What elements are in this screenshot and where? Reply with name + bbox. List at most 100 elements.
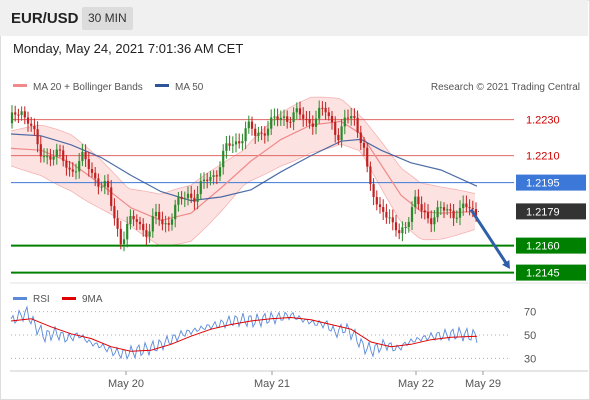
candle-body [426,212,430,219]
candle-body [302,114,305,119]
candle-body [183,198,186,200]
candle-body [343,117,346,127]
candle-body [87,159,90,170]
candle-body [378,204,382,208]
candle-body [119,228,122,245]
candle-body [167,223,170,225]
candle-body [455,217,458,219]
ma50-legend-swatch [155,84,169,87]
candle-body [270,117,273,129]
candle-body [199,181,202,195]
candle-body [298,108,302,115]
candle-body [458,208,462,218]
candle-body [231,144,234,146]
bb-legend-label: MA 20 + Bollinger Bands [33,82,143,93]
candle-body [276,116,279,120]
candle-body [30,123,33,126]
candle-body [449,209,452,211]
candle-body [446,209,449,211]
candle-body [215,175,218,177]
x-tick-label: May 21 [254,378,290,390]
candle-body [391,217,394,223]
candle-body [81,152,84,162]
candle-body [401,227,404,234]
candle-body [49,156,52,160]
candle-body [180,196,183,200]
candle-body [14,112,17,115]
candle-body [71,169,74,172]
rsi-line [10,305,478,360]
candle-body [228,143,231,146]
candle-body [366,147,369,167]
candle-body [206,179,209,181]
candle-body [420,204,423,211]
candle-body [186,193,190,199]
rsi-ma-legend-label: 9MA [82,294,103,305]
candle-body [148,231,151,237]
forecast-arrow [469,208,510,269]
candle-body [222,150,225,168]
x-tick-label: May 29 [465,378,501,390]
candle-body [234,141,238,145]
candle-body [282,116,286,118]
x-tick-label: May 20 [108,378,144,390]
candle-body [244,128,247,142]
candle-body [308,119,311,124]
candle-body [62,150,65,161]
candle-body [330,116,334,123]
candle-body [289,121,292,123]
candle-body [142,224,145,231]
candle-body [468,207,471,209]
candle-body [78,161,81,172]
candle-body [177,196,180,205]
candle-body [359,132,362,143]
candle-body [266,128,270,136]
candle-body [84,152,87,160]
candle-body [292,112,295,123]
candle-body [106,181,110,188]
candle-body [218,167,222,177]
candle-body [305,118,308,120]
level-label-1.2210: 1.2210 [526,151,560,163]
level-labels: 1.2230 1.2210 1.2195 1.2179 1.2160 1.2145 [516,115,586,281]
candle-body [174,204,177,220]
candle-body [193,197,196,202]
candle-body [132,215,135,220]
candle-body [17,114,20,116]
candle-body [116,218,119,229]
candle-body [241,141,244,144]
rsi-tick-label-30: 30 [524,353,536,365]
candle-body [238,141,241,144]
candle-body [321,107,324,109]
candle-body [375,197,378,205]
rsi-ma-legend-swatch [62,297,76,300]
forecast-arrow-shaft [469,208,508,264]
rsi-legend-label: RSI [33,294,50,305]
candle-body [260,132,263,134]
price-legend: MA 20 + Bollinger Bands MA 50 Research ©… [13,82,580,93]
rsi-tick-label-50: 50 [524,330,536,342]
candle-body [212,175,215,177]
candle-body [465,203,468,208]
x-tick-label: May 22 [398,378,434,390]
rsi-tick-label-70: 70 [524,307,536,319]
candle-body [68,167,71,170]
candle-body [209,176,212,181]
rsi-ma-line [10,316,478,352]
level-label-1.2145: 1.2145 [526,268,560,280]
candle-body [404,227,407,229]
candle-body [33,125,36,130]
candle-body [94,172,97,179]
candle-body [417,196,420,205]
ma50-legend-label: MA 50 [175,82,204,93]
candle-body [311,123,314,127]
candle-body [337,134,340,141]
candle-body [196,194,199,202]
level-label-1.2179: 1.2179 [526,206,560,218]
candle-body [10,112,14,124]
candle-body [103,181,106,187]
candle-body [372,184,375,198]
candle-body [202,179,206,182]
candle-body [138,221,142,225]
level-label-1.2195: 1.2195 [526,178,560,190]
